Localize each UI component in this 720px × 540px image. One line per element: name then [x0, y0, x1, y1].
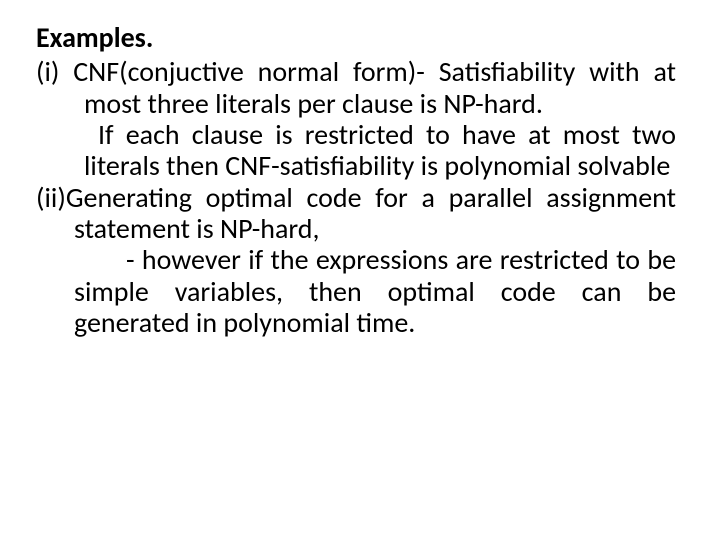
list-item: (ii)Generating optimal code for a parall…: [36, 182, 676, 245]
item-sub-text: - however if the expressions are restric…: [36, 244, 676, 338]
item-main-text: CNF(conjuctive normal form)- Satisfiabil…: [73, 54, 676, 120]
examples-heading: Examples.: [36, 22, 676, 54]
item-main-text: Generating optimal code for a parallel a…: [66, 180, 676, 246]
item-marker: (ii): [36, 180, 66, 215]
item-sub-text: If each clause is restricted to have at …: [36, 119, 676, 182]
slide: Examples.(i) CNF(conjuctive normal form)…: [0, 0, 720, 540]
item-marker: (i): [36, 54, 73, 89]
list-item: (i) CNF(conjuctive normal form)- Satisfi…: [36, 56, 676, 119]
